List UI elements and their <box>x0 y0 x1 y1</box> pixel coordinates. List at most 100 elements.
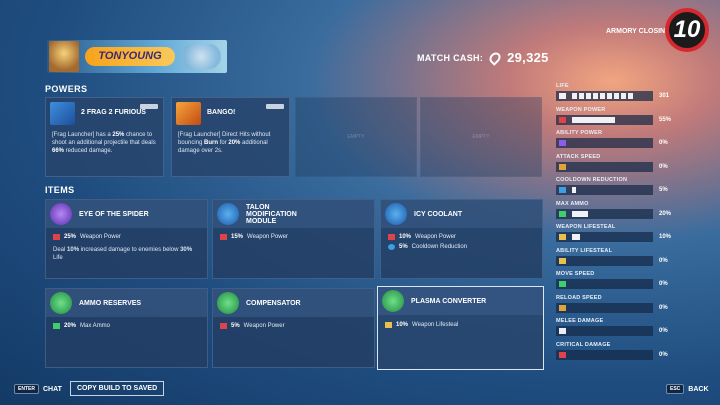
item-card-ammo-reserves[interactable]: AMMO RESERVES 20% Max Ammo <box>45 288 208 368</box>
weapon-icon <box>266 104 284 109</box>
bango-power-icon <box>176 102 201 125</box>
item-name: EYE OF THE SPIDER <box>79 211 149 218</box>
stat-bar <box>556 138 653 148</box>
stat-value: 55% <box>659 116 672 123</box>
stat-row-cooldown-reduction: COOLDOWN REDUCTION 5% <box>556 177 676 195</box>
stat-bar <box>556 279 653 289</box>
stat-label: COOLDOWN REDUCTION <box>556 177 628 183</box>
esc-key: ESC <box>666 384 685 394</box>
stat-label: ABILITY POWER <box>556 130 603 136</box>
life-segment <box>628 93 633 99</box>
stat-label: WEAPON LIFESTEAL <box>556 224 616 230</box>
stat-row-ability-power: ABILITY POWER 0% <box>556 130 676 148</box>
stat-row-life: LIFE 301 <box>556 83 676 101</box>
stat-row-weapon-lifesteal: WEAPON LIFESTEAL 10% <box>556 224 676 242</box>
life-segment <box>621 93 626 99</box>
powers-title: POWERS <box>45 84 88 94</box>
empty-power-slot-2[interactable]: EMPTY <box>420 97 542 177</box>
items-title: ITEMS <box>45 185 75 195</box>
stat-value: 0% <box>659 281 668 287</box>
stat-label: MAX AMMO <box>556 200 589 207</box>
item-name: PLASMA CONVERTER <box>411 298 487 305</box>
item-stat: 20% Max Ammo <box>53 323 110 329</box>
power-card-2[interactable]: BANGO! [Frag Launcher] Direct Hits witho… <box>171 97 290 177</box>
stat-fill <box>572 116 615 123</box>
stat-label: WEAPON POWER <box>556 106 606 113</box>
stat-bar <box>556 185 653 195</box>
item-name: AMMO RESERVES <box>79 300 142 307</box>
player-name: TONYOUNG <box>98 50 162 62</box>
stat-value: 0% <box>659 163 668 170</box>
life-segment <box>614 93 619 99</box>
stat-bar <box>556 326 653 336</box>
weapon-icon <box>140 104 158 109</box>
stat-value: 301 <box>659 93 670 99</box>
item-name: COMPENSATOR <box>246 300 301 307</box>
cooldown-reduction-icon <box>559 187 566 193</box>
item-card-compensator[interactable]: COMPENSATOR 5% Weapon Power <box>212 288 375 368</box>
ability-power-icon <box>559 140 566 146</box>
chat-hint[interactable]: ENTER CHAT <box>14 384 62 394</box>
power-card-1[interactable]: 2 FRAG 2 FURIOUS [Frag Launcher] has a 2… <box>45 97 164 177</box>
stat-bar <box>556 208 653 219</box>
item-card-talon-modification-module[interactable]: TALON MODIFICATION MODULE 15% Weapon Powe… <box>212 199 375 279</box>
life-segment <box>607 93 612 99</box>
stat-bar <box>556 302 653 313</box>
item-card-icy-coolant[interactable]: ICY COOLANT 10% Weapon Power 5% Cooldown R… <box>380 199 543 279</box>
talon-module-icon <box>217 203 239 225</box>
weapon-power-icon <box>559 116 566 123</box>
stat-bar <box>556 161 653 172</box>
stat-row-ability-lifesteal: ABILITY LIFESTEAL 0% <box>556 248 676 266</box>
back-hint[interactable]: ESC BACK <box>666 384 709 394</box>
stat-value: 5% <box>659 187 668 193</box>
stat-fill <box>572 210 588 217</box>
stat-fill <box>572 234 580 240</box>
match-cash-value: 29,325 <box>507 50 549 65</box>
enter-key: ENTER <box>14 384 39 394</box>
weapon-power-icon <box>220 234 227 240</box>
item-stat: 10% Weapon Power <box>388 234 456 240</box>
stat-label: CRITICAL DAMAGE <box>556 341 611 348</box>
player-avatar <box>49 41 79 72</box>
stat-label: LIFE <box>556 83 569 89</box>
plasma-converter-icon <box>382 290 404 312</box>
cash-icon <box>487 49 503 66</box>
stat-bar <box>556 114 653 125</box>
cooldown-icon <box>388 244 395 250</box>
weapon-power-icon <box>220 323 227 329</box>
stat-value: 0% <box>659 257 668 264</box>
icy-coolant-icon <box>385 203 407 225</box>
stat-bar <box>556 91 653 101</box>
item-card-plasma-converter[interactable]: PLASMA CONVERTER 10% Weapon Lifesteal <box>377 286 544 370</box>
lifesteal-icon <box>385 322 392 328</box>
stat-row-attack-speed: ATTACK SPEED 0% <box>556 154 676 172</box>
match-cash-label: MATCH CASH: <box>417 52 484 63</box>
power-name: 2 FRAG 2 FURIOUS <box>81 109 146 116</box>
ability-lifesteal-icon <box>559 257 566 264</box>
frag-power-icon <box>50 102 75 125</box>
empty-power-slot-1[interactable]: EMPTY <box>295 97 417 177</box>
power-description: [Frag Launcher] Direct Hits without boun… <box>178 132 271 154</box>
max-ammo-icon <box>559 210 566 217</box>
melee-damage-icon <box>559 328 566 334</box>
item-stat: 5% Cooldown Reduction <box>388 244 467 250</box>
item-stat: 10% Weapon Lifesteal <box>385 322 458 328</box>
stat-label: MELEE DAMAGE <box>556 318 604 324</box>
stat-row-max-ammo: MAX AMMO 20% <box>556 200 676 219</box>
stat-row-move-speed: MOVE SPEED 0% <box>556 271 676 289</box>
weapon-power-icon <box>53 234 60 240</box>
life-segment <box>593 93 598 99</box>
stat-value: 20% <box>659 210 672 217</box>
copy-build-button[interactable]: COPY BUILD TO SAVED <box>70 381 165 396</box>
life-icon <box>559 93 566 99</box>
item-description: Deal 10% increased damage to enemies bel… <box>53 247 193 261</box>
life-segment <box>586 93 591 99</box>
stat-value: 0% <box>659 304 668 311</box>
item-card-eye-of-the-spider[interactable]: EYE OF THE SPIDER 25% Weapon Power Deal 1… <box>45 199 208 279</box>
stat-row-critical-damage: CRITICAL DAMAGE 0% <box>556 341 676 360</box>
stat-value: 0% <box>659 351 668 358</box>
ammo-reserves-icon <box>50 292 72 314</box>
stat-bar <box>556 349 653 360</box>
stat-bar <box>556 232 653 242</box>
armory-timer: 10 <box>665 8 709 52</box>
